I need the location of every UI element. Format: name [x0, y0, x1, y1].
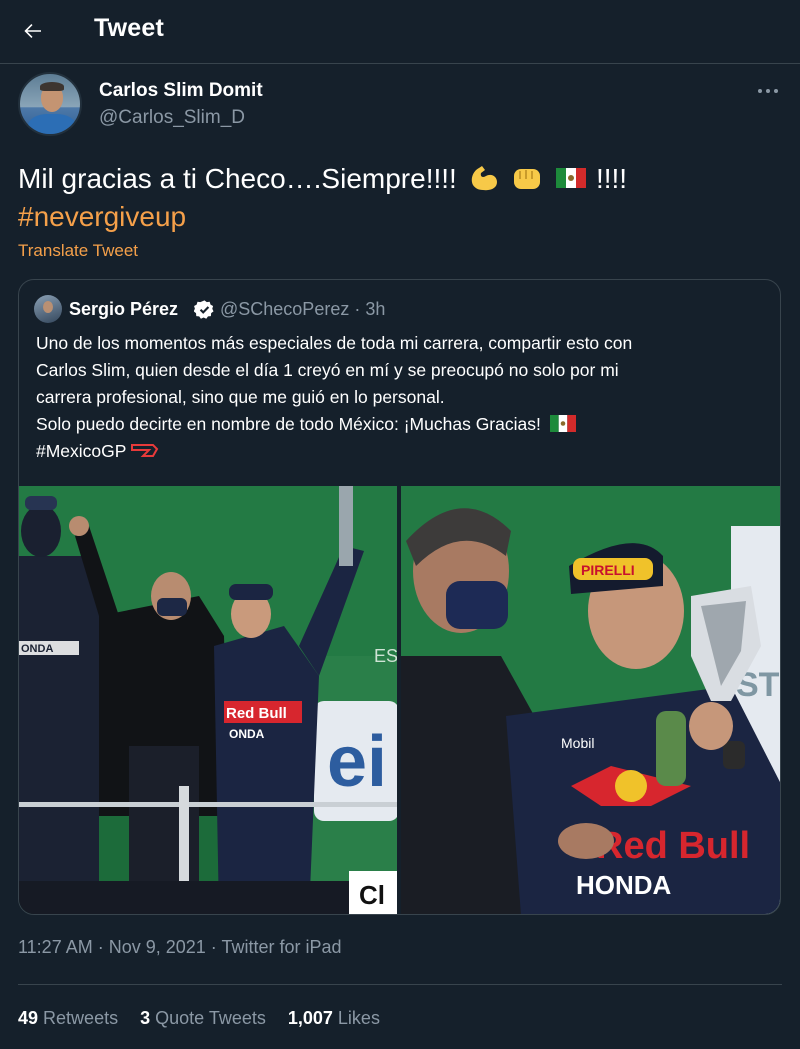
- retweets-count: 49: [18, 1008, 39, 1028]
- arrow-left-icon: [24, 24, 41, 38]
- quoted-tweet-text: Uno de los momentos más especiales de to…: [36, 330, 766, 465]
- tweet-text-exclaim: !!!!: [595, 163, 628, 194]
- podium-photo[interactable]: ES ei ONDA Red Bull ONDA Cl: [19, 486, 399, 914]
- retweets-stat[interactable]: 49 Retweets: [18, 1008, 118, 1029]
- tweet-text: Mil gracias a ti Checo….Siempre!!!! !!!!…: [18, 160, 778, 236]
- quote-tweets-count: 3: [140, 1008, 151, 1028]
- likes-count: 1,007: [287, 1008, 333, 1028]
- suit-text-onda-right: ONDA: [229, 727, 265, 741]
- mexico-flag-emoji: [556, 168, 587, 188]
- quoted-line: Carlos Slim, quien desde el día 1 creyó …: [36, 360, 619, 380]
- f1-hashflag-icon: [131, 444, 159, 457]
- suit-text-redbull: Red Bull: [596, 825, 750, 867]
- top-bar: Tweet: [0, 0, 800, 64]
- back-button[interactable]: [16, 14, 50, 48]
- divider: [18, 984, 782, 985]
- more-options-button[interactable]: [750, 80, 786, 102]
- tweet-timestamp[interactable]: 11:27 AM · Nov 9, 2021 · Twitter for iPa…: [18, 937, 342, 958]
- cap-text-pirelli: PIRELLI: [581, 562, 635, 578]
- hashtag-link[interactable]: #nevergiveup: [18, 201, 186, 232]
- more-dot: [766, 89, 770, 93]
- likes-stat[interactable]: 1,007 Likes: [288, 1008, 380, 1029]
- trophy-photo[interactable]: ST PIRELLI Mobil Red Bull HONDA: [401, 486, 780, 914]
- quoted-line: carrera profesional, sino que me guió en…: [36, 387, 445, 407]
- podium-photo-image: ES ei ONDA Red Bull ONDA Cl: [19, 486, 398, 914]
- quoted-hashtag[interactable]: #MexicoGP: [36, 441, 126, 461]
- sign-text-cl: Cl: [359, 880, 385, 910]
- author-display-name[interactable]: Carlos Slim Domit: [99, 80, 263, 102]
- suit-text-onda-left: ONDA: [21, 643, 53, 655]
- suit-text-mobil: Mobil: [561, 735, 594, 751]
- retweets-label: Retweets: [43, 1008, 119, 1028]
- more-dot: [758, 89, 762, 93]
- trophy-photo-image: ST PIRELLI Mobil Red Bull HONDA: [401, 486, 780, 914]
- quoted-author-name: Sergio Pérez: [69, 299, 179, 319]
- quoted-line: Uno de los momentos más especiales de to…: [36, 333, 633, 353]
- sign-text-ei: ei: [327, 722, 387, 802]
- translate-tweet-link[interactable]: Translate Tweet: [18, 241, 138, 261]
- suit-text-redbull: Red Bull: [226, 705, 287, 722]
- quoted-handle-time: @SChecoPerez · 3h: [220, 299, 386, 319]
- quote-tweets-stat[interactable]: 3 Quote Tweets: [140, 1008, 266, 1029]
- tweet-text-main: Mil gracias a ti Checo….Siempre!!!!: [18, 163, 457, 194]
- quoted-tweet-card[interactable]: Sergio Pérez @SChecoPerez · 3h Uno de lo…: [18, 279, 781, 915]
- quoted-author-avatar: [34, 295, 62, 323]
- oncoming-fist-emoji: [514, 169, 541, 189]
- quote-tweets-label: Quote Tweets: [155, 1008, 266, 1028]
- page-title: Tweet: [94, 14, 164, 42]
- author-handle[interactable]: @Carlos_Slim_D: [99, 107, 245, 129]
- suit-text-honda: HONDA: [576, 870, 672, 900]
- author-avatar[interactable]: [18, 72, 82, 136]
- likes-label: Likes: [337, 1008, 380, 1028]
- flexed-biceps-emoji: [471, 166, 497, 191]
- quoted-line: Solo puedo decirte en nombre de todo Méx…: [36, 414, 541, 434]
- tweet-stats: 49 Retweets 3 Quote Tweets 1,007 Likes: [18, 1008, 380, 1029]
- sign-text-es: ES: [374, 646, 398, 666]
- mexico-flag-emoji: [549, 415, 576, 432]
- verified-badge-icon: [194, 300, 214, 319]
- more-dot: [774, 89, 778, 93]
